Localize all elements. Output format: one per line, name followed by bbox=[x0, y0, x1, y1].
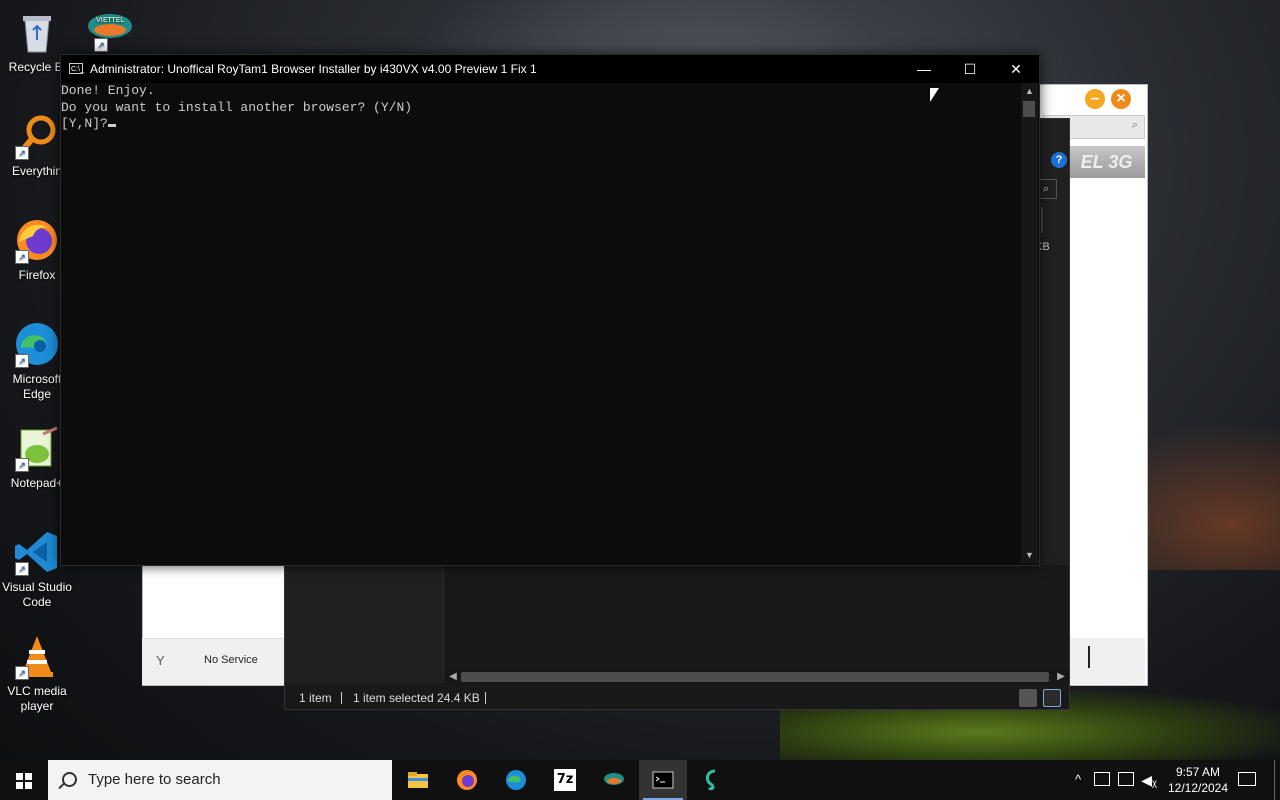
notepad-plus-plus-icon: ↗ bbox=[13, 424, 61, 472]
vertical-scrollbar[interactable]: ▲ ▼ bbox=[1021, 83, 1038, 563]
console-app-icon: C:\_ bbox=[69, 63, 84, 74]
console-line: Do you want to install another browser? … bbox=[61, 99, 413, 115]
search-icon bbox=[62, 772, 77, 787]
taskbar-firefox[interactable] bbox=[443, 760, 491, 800]
shortcut-arrow-icon: ↗ bbox=[15, 458, 29, 472]
console-window[interactable]: C:\_ Administrator: Unoffical RoyTam1 Br… bbox=[60, 54, 1040, 566]
console-output[interactable]: Done! Enjoy. Do you want to install anot… bbox=[61, 83, 1021, 563]
monitor-icon[interactable] bbox=[1118, 772, 1134, 786]
volume-muted-icon[interactable]: ◀ᵪ bbox=[1140, 760, 1158, 800]
desktop-icon-label: VLC media player bbox=[7, 684, 67, 713]
show-hidden-icons[interactable]: ^ bbox=[1068, 760, 1088, 800]
vscode-icon: ↗ bbox=[13, 528, 61, 576]
system-clock[interactable]: 9:57 AM 12/12/2024 bbox=[1160, 764, 1236, 796]
vlc-icon: ↗ bbox=[13, 632, 61, 680]
separator bbox=[485, 692, 486, 704]
taskbar-console[interactable] bbox=[639, 760, 687, 800]
shortcut-arrow-icon: ↗ bbox=[15, 354, 29, 368]
taskbar: Type here to search 7z ^ ◀ᵪ 9:57 AM 12/1… bbox=[0, 760, 1280, 800]
edge-icon: ↗ bbox=[13, 320, 61, 368]
seahorse-icon bbox=[701, 769, 723, 791]
search-placeholder: Type here to search bbox=[88, 771, 221, 788]
background-banner: EL 3G bbox=[1068, 146, 1145, 178]
mouse-pointer-icon bbox=[930, 88, 939, 102]
network-icon[interactable] bbox=[1094, 772, 1110, 786]
scroll-down-icon[interactable]: ▼ bbox=[1021, 547, 1038, 563]
desktop-icon-label: Visual Studio Code bbox=[2, 580, 72, 609]
clock-date: 12/12/2024 bbox=[1167, 781, 1229, 795]
scroll-up-icon[interactable]: ▲ bbox=[1021, 83, 1038, 99]
everything-search-icon: ↗ bbox=[13, 112, 61, 160]
svg-text:VIETTEL: VIETTEL bbox=[96, 16, 124, 24]
minimize-icon[interactable]: – bbox=[1085, 89, 1105, 109]
service-status-text: No Service bbox=[204, 654, 258, 666]
notifications-icon[interactable] bbox=[1238, 772, 1256, 786]
shortcut-arrow-icon: ↗ bbox=[15, 250, 29, 264]
horizontal-scrollbar[interactable]: ◀ ▶ bbox=[445, 669, 1069, 685]
scroll-right-icon[interactable]: ▶ bbox=[1053, 669, 1069, 685]
shortcut-arrow-icon: ↗ bbox=[15, 562, 29, 576]
maximize-button[interactable]: ☐ bbox=[947, 55, 993, 83]
desktop-icon-vlc[interactable]: ↗ VLC media player bbox=[0, 632, 74, 714]
firefox-icon: ↗ bbox=[13, 216, 61, 264]
viettel-icon: VIETTEL ↗ bbox=[86, 8, 134, 52]
background-right-panel bbox=[1068, 186, 1145, 636]
console-line: Done! Enjoy. bbox=[61, 83, 155, 98]
minimize-button[interactable]: — bbox=[901, 55, 947, 83]
shortcut-arrow-icon: ↗ bbox=[15, 146, 29, 160]
start-button[interactable] bbox=[0, 760, 48, 800]
scroll-left-icon[interactable]: ◀ bbox=[445, 669, 461, 685]
explorer-status-bar: 1 item 1 item selected 24.4 KB bbox=[285, 687, 1069, 709]
console-prompt-line[interactable]: [Y,N]? bbox=[61, 116, 1021, 133]
taskbar-edge[interactable] bbox=[492, 760, 540, 800]
background-status-bar: Y No Service bbox=[142, 638, 284, 685]
taskbar-viettel[interactable] bbox=[590, 760, 638, 800]
scrollbar-thumb[interactable] bbox=[1023, 101, 1035, 117]
edge-icon bbox=[505, 769, 527, 791]
large-icons-view-icon[interactable] bbox=[1043, 689, 1061, 707]
show-desktop-button[interactable] bbox=[1274, 760, 1275, 800]
details-view-icon[interactable] bbox=[1019, 689, 1037, 707]
clock-time: 9:57 AM bbox=[1175, 765, 1221, 779]
shortcut-arrow-icon: ↗ bbox=[15, 666, 29, 680]
taskbar-search-box[interactable]: Type here to search bbox=[48, 760, 392, 800]
windows-logo-icon bbox=[16, 773, 32, 789]
7zip-icon: 7z bbox=[554, 769, 576, 791]
window-title: Administrator: Unoffical RoyTam1 Browser… bbox=[90, 62, 537, 76]
shortcut-arrow-icon: ↗ bbox=[94, 38, 108, 52]
taskbar-7zip[interactable]: 7z bbox=[541, 760, 589, 800]
banner-text: EL 3G bbox=[1080, 152, 1133, 172]
help-icon[interactable]: ? bbox=[1051, 152, 1067, 168]
item-count: 1 item bbox=[299, 691, 332, 705]
viettel-icon bbox=[603, 769, 625, 791]
scrollbar-thumb[interactable] bbox=[461, 672, 1049, 682]
search-icon: ⌕ bbox=[1131, 119, 1138, 131]
divider bbox=[1041, 207, 1043, 233]
navigation-pane[interactable] bbox=[285, 565, 444, 683]
selection-info: 1 item selected 24.4 KB bbox=[353, 691, 480, 705]
desktop-icon-viettel[interactable]: VIETTEL ↗ bbox=[80, 8, 140, 52]
separator bbox=[341, 692, 342, 704]
folder-icon bbox=[407, 769, 429, 791]
firefox-icon bbox=[456, 769, 478, 791]
text-caret bbox=[1088, 646, 1090, 668]
text-cursor bbox=[107, 124, 116, 127]
taskbar-app[interactable] bbox=[688, 760, 736, 800]
taskbar-file-explorer[interactable] bbox=[394, 760, 442, 800]
recycle-bin-icon bbox=[13, 8, 61, 56]
close-icon[interactable]: × bbox=[1111, 89, 1131, 109]
console-icon bbox=[652, 769, 674, 791]
console-title-bar[interactable]: C:\_ Administrator: Unoffical RoyTam1 Br… bbox=[61, 55, 1039, 83]
close-button[interactable]: ✕ bbox=[993, 55, 1039, 83]
console-prompt: [Y,N]? bbox=[61, 116, 108, 131]
antenna-icon: Y bbox=[156, 653, 165, 668]
background-status-right bbox=[1068, 638, 1145, 684]
